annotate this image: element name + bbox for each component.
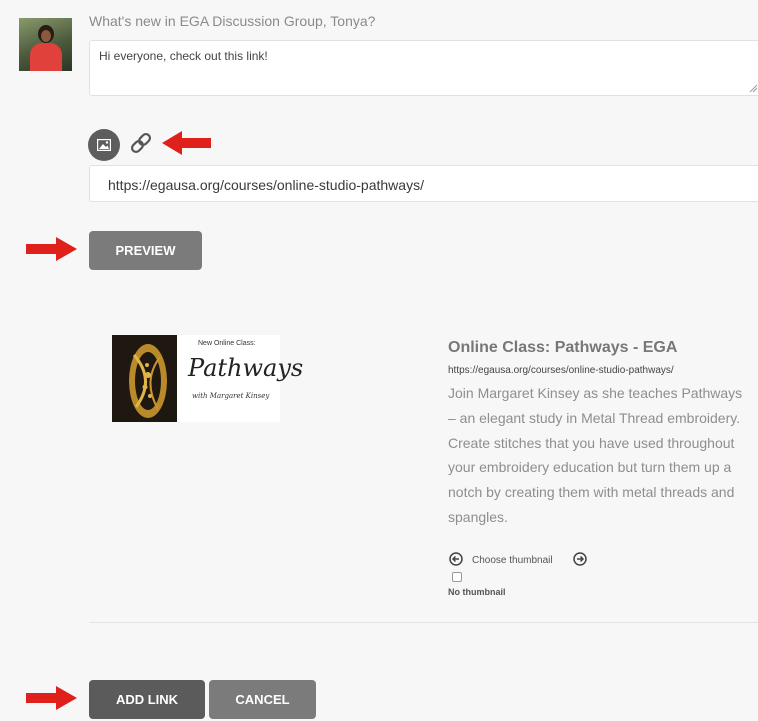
link-preview-description: Join Margaret Kinsey as she teaches Path… [448, 385, 743, 525]
no-thumbnail-checkbox[interactable] [452, 572, 462, 582]
annotation-arrow-link [162, 131, 211, 155]
thumbnail-byline: with Margaret Kinsey [192, 392, 270, 400]
preview-button[interactable]: PREVIEW [89, 231, 202, 270]
add-link-button[interactable]: ADD LINK [89, 680, 205, 719]
thumbnail-small-text: New Online Class: [198, 340, 256, 347]
message-textarea[interactable]: Hi everyone, check out this link! [89, 40, 758, 96]
thumbnail-artwork [112, 335, 177, 422]
activity-post-form: What's new in EGA Discussion Group, Tony… [0, 0, 758, 721]
link-icon[interactable] [128, 130, 154, 156]
image-icon [97, 139, 111, 151]
message-text: Hi everyone, check out this link! [99, 49, 268, 63]
avatar [19, 18, 72, 71]
link-url-input[interactable]: https://egausa.org/courses/online-studio… [89, 165, 758, 202]
cancel-button[interactable]: CANCEL [209, 680, 316, 719]
arrow-left-circle-icon[interactable] [449, 552, 463, 566]
arrow-right-circle-icon[interactable] [573, 552, 587, 566]
link-preview-url: https://egausa.org/courses/online-studio… [448, 365, 674, 376]
link-preview-title: Online Class: Pathways - EGA [448, 339, 678, 356]
no-thumbnail-label: No thumbnail [448, 587, 506, 597]
annotation-arrow-add-link [26, 686, 77, 710]
resize-handle-icon[interactable] [749, 84, 757, 92]
whats-new-prompt: What's new in EGA Discussion Group, Tony… [89, 13, 376, 29]
divider [89, 622, 758, 623]
image-attach-button[interactable] [88, 129, 120, 161]
annotation-arrow-preview [26, 237, 77, 261]
choose-thumbnail-label: Choose thumbnail [472, 555, 553, 566]
thumbnail-title: Pathways [188, 354, 304, 382]
link-thumbnail: New Online Class: Pathways with Margaret… [112, 335, 303, 422]
